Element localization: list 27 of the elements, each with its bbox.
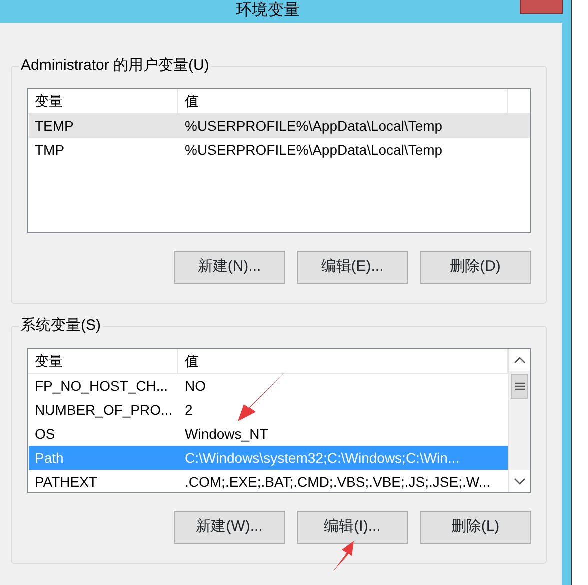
dialog-button[interactable]: 编辑(E)... <box>297 251 408 284</box>
grip-icon <box>514 382 524 391</box>
dialog-button[interactable]: 新建(N)... <box>174 251 285 284</box>
column-header[interactable]: 变量 <box>28 89 178 113</box>
variable-list[interactable]: 变量 值 TEMP %USERPROFILE%\AppData\Local\Temp TMP %USERPROFILE%\AppData\Local\Temp <box>27 88 531 233</box>
list-row[interactable]: PATHEXT .COM;.EXE;.BAT;.CMD;.VBS;.VBE;.JS;.JSE;.W... <box>29 470 508 492</box>
list-row[interactable]: FP_NO_HOST_CH... NO <box>29 374 508 398</box>
variable-list[interactable]: 变量 值 FP_NO_HOST_CH... NO NUMBER_OF_PRO... 2 OS Windows_NT Path C:\Windows\system32;C:\Windows;C:\Win... PATHEXT .COM;.EXE;.BAT;.CMD;.VBS;.VBE;.JS;.JSE;.W... <box>27 348 531 493</box>
list-row[interactable]: TMP %USERPROFILE%\AppData\Local\Temp <box>29 138 530 162</box>
group-label: Administrator 的用户变量(U) <box>19 56 212 76</box>
dialog-button[interactable]: 新建(W)... <box>174 511 285 544</box>
dialog-button[interactable]: 编辑(I)... <box>297 511 408 544</box>
list-row[interactable]: TEMP %USERPROFILE%\AppData\Local\Temp <box>29 114 530 138</box>
scroll-up-button[interactable] <box>509 349 530 371</box>
group-label: 系统变量(S) <box>19 316 103 336</box>
scrollbar[interactable] <box>508 349 530 492</box>
column-header[interactable]: 值 <box>178 89 508 113</box>
list-row[interactable]: NUMBER_OF_PRO... 2 <box>29 398 508 422</box>
chevron-down-icon <box>514 478 526 484</box>
list-row[interactable]: OS Windows_NT <box>29 422 508 446</box>
scroll-down-button[interactable] <box>509 470 530 492</box>
window-title: 环境变量 <box>236 1 300 21</box>
scroll-thumb[interactable] <box>511 374 528 399</box>
chevron-up-icon <box>514 356 526 364</box>
dialog-button[interactable]: 删除(L) <box>420 511 531 544</box>
column-header[interactable]: 变量 <box>28 349 178 373</box>
dialog-button[interactable]: 删除(D) <box>420 251 531 284</box>
